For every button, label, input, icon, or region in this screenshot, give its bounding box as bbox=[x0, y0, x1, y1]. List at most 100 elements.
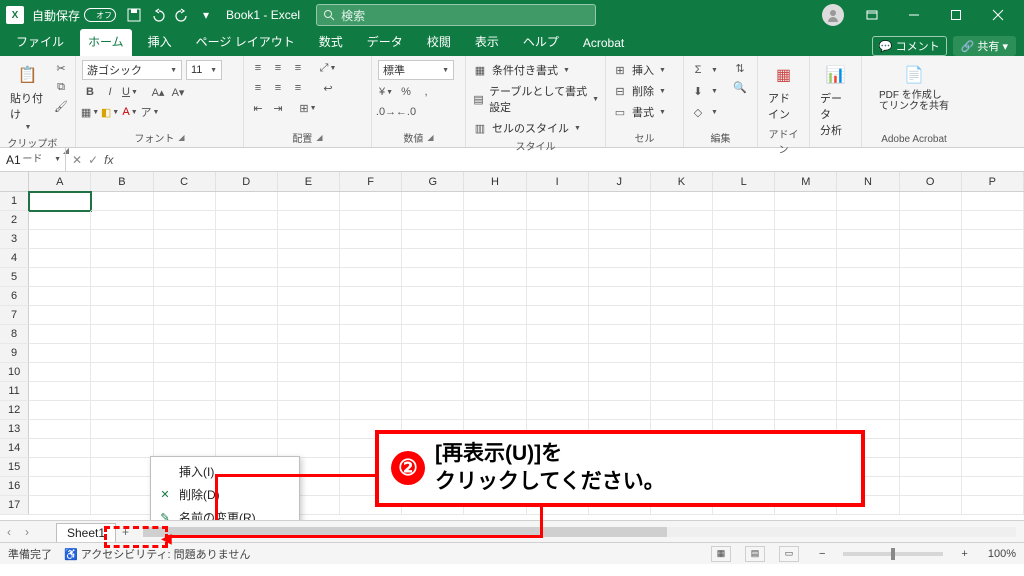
cell[interactable] bbox=[29, 325, 91, 344]
cell[interactable] bbox=[216, 306, 278, 325]
cell[interactable] bbox=[154, 382, 216, 401]
cell[interactable] bbox=[340, 325, 402, 344]
cell[interactable] bbox=[962, 249, 1024, 268]
cell[interactable] bbox=[589, 401, 651, 420]
maximize-button[interactable] bbox=[936, 1, 976, 29]
paste-button[interactable]: 📋 貼り付け▼ bbox=[6, 60, 49, 133]
cell[interactable] bbox=[713, 363, 775, 382]
cell[interactable] bbox=[216, 382, 278, 401]
cell[interactable] bbox=[713, 230, 775, 249]
decrease-font-icon[interactable]: A▾ bbox=[170, 84, 186, 100]
ribbon-display-icon[interactable] bbox=[852, 1, 892, 29]
cell[interactable] bbox=[900, 382, 962, 401]
save-icon[interactable] bbox=[126, 7, 142, 23]
cell[interactable] bbox=[402, 230, 464, 249]
cell[interactable] bbox=[962, 287, 1024, 306]
align-launcher-icon[interactable]: ◢ bbox=[316, 133, 322, 142]
zoom-in-button[interactable]: + bbox=[961, 548, 967, 560]
cell[interactable] bbox=[29, 458, 91, 477]
cell[interactable] bbox=[402, 287, 464, 306]
ctx-delete[interactable]: ✕削除(D) bbox=[151, 483, 299, 506]
minimize-button[interactable] bbox=[894, 1, 934, 29]
accessibility-status[interactable]: ♿ アクセシビリティ: 問題ありません bbox=[64, 546, 250, 562]
analyze-data-button[interactable]: 📊 データ 分析 bbox=[816, 60, 855, 140]
cell[interactable] bbox=[589, 344, 651, 363]
tab-data[interactable]: データ bbox=[359, 29, 411, 56]
cell[interactable] bbox=[216, 211, 278, 230]
tab-scroll-right-icon[interactable]: › bbox=[18, 525, 36, 539]
cell[interactable] bbox=[91, 401, 153, 420]
cell[interactable] bbox=[278, 287, 340, 306]
cell[interactable] bbox=[527, 363, 589, 382]
cell[interactable] bbox=[837, 306, 899, 325]
cell[interactable] bbox=[340, 268, 402, 287]
cell[interactable] bbox=[29, 306, 91, 325]
select-all-corner[interactable] bbox=[0, 172, 29, 191]
cell[interactable] bbox=[589, 325, 651, 344]
cell[interactable] bbox=[216, 401, 278, 420]
column-header[interactable]: P bbox=[962, 172, 1024, 191]
cell[interactable] bbox=[402, 401, 464, 420]
row-header[interactable]: 3 bbox=[0, 230, 29, 249]
cell[interactable] bbox=[962, 363, 1024, 382]
page-layout-view-icon[interactable]: ▤ bbox=[745, 546, 765, 562]
phonetic-icon[interactable]: ア▼ bbox=[142, 104, 158, 120]
cell[interactable] bbox=[651, 382, 713, 401]
align-middle-icon[interactable]: ≡ bbox=[270, 60, 286, 76]
cell[interactable] bbox=[775, 249, 837, 268]
cell[interactable] bbox=[278, 363, 340, 382]
cell[interactable] bbox=[962, 211, 1024, 230]
tab-acrobat[interactable]: Acrobat bbox=[575, 32, 632, 56]
cell[interactable] bbox=[154, 268, 216, 287]
align-right-icon[interactable]: ≡ bbox=[290, 80, 306, 96]
cell[interactable] bbox=[900, 192, 962, 211]
cell[interactable] bbox=[464, 268, 526, 287]
cell[interactable] bbox=[962, 458, 1024, 477]
cell[interactable] bbox=[464, 306, 526, 325]
cell[interactable] bbox=[900, 458, 962, 477]
increase-indent-icon[interactable]: ⇥ bbox=[270, 100, 286, 116]
row-header[interactable]: 8 bbox=[0, 325, 29, 344]
cell[interactable] bbox=[91, 211, 153, 230]
border-button[interactable]: ▦▼ bbox=[82, 104, 98, 120]
format-painter-icon[interactable]: 🖌 bbox=[53, 98, 69, 114]
cell[interactable] bbox=[837, 401, 899, 420]
cell[interactable] bbox=[29, 211, 91, 230]
cell[interactable] bbox=[154, 306, 216, 325]
wrap-text-icon[interactable]: ↩ bbox=[320, 80, 336, 96]
cell[interactable] bbox=[402, 344, 464, 363]
cell[interactable] bbox=[651, 344, 713, 363]
cell[interactable] bbox=[154, 344, 216, 363]
cell[interactable] bbox=[154, 249, 216, 268]
cell[interactable] bbox=[527, 249, 589, 268]
cell[interactable] bbox=[589, 268, 651, 287]
cell[interactable] bbox=[527, 344, 589, 363]
cell[interactable] bbox=[962, 268, 1024, 287]
cell[interactable] bbox=[216, 344, 278, 363]
cell[interactable] bbox=[29, 268, 91, 287]
row-header[interactable]: 9 bbox=[0, 344, 29, 363]
column-header[interactable]: K bbox=[651, 172, 713, 191]
cell[interactable] bbox=[589, 211, 651, 230]
cell[interactable] bbox=[651, 287, 713, 306]
cell[interactable] bbox=[713, 192, 775, 211]
cell[interactable] bbox=[340, 249, 402, 268]
cell[interactable] bbox=[91, 287, 153, 306]
tab-insert[interactable]: 挿入 bbox=[140, 29, 180, 56]
cell[interactable] bbox=[340, 211, 402, 230]
format-as-table-button[interactable]: ▤テーブルとして書式設定▼ bbox=[472, 83, 599, 115]
cell[interactable] bbox=[278, 268, 340, 287]
cell[interactable] bbox=[837, 249, 899, 268]
conditional-formatting-button[interactable]: ▦条件付き書式▼ bbox=[472, 62, 570, 78]
cell[interactable] bbox=[713, 344, 775, 363]
zoom-level[interactable]: 100% bbox=[988, 548, 1016, 560]
cell[interactable] bbox=[91, 268, 153, 287]
tab-view[interactable]: 表示 bbox=[467, 29, 507, 56]
tab-help[interactable]: ヘルプ bbox=[515, 29, 567, 56]
column-header[interactable]: H bbox=[464, 172, 526, 191]
font-launcher-icon[interactable]: ◢ bbox=[178, 133, 184, 142]
cell[interactable] bbox=[29, 344, 91, 363]
cell[interactable] bbox=[651, 401, 713, 420]
cell[interactable] bbox=[713, 287, 775, 306]
cell[interactable] bbox=[464, 249, 526, 268]
